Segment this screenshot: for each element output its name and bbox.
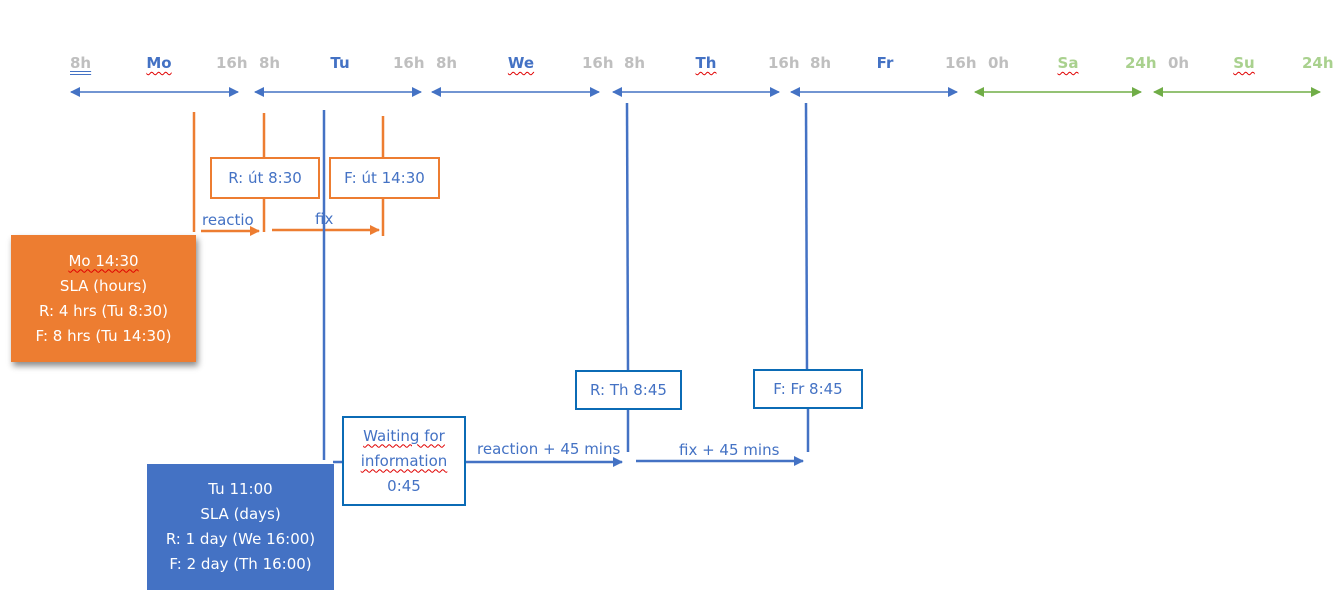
hours-fix-arrow-label: fix — [315, 210, 334, 228]
days-fix-marker: F: Fr 8:45 — [753, 369, 863, 409]
day-label-tu: Tu — [330, 54, 350, 72]
days-fix-marker-text: F: Fr 8:45 — [773, 379, 843, 398]
day-label-su: Su — [1233, 54, 1255, 72]
hours-sla-ticket-box: Mo 14:30 SLA (hours) R: 4 hrs (Tu 8:30) … — [11, 235, 196, 362]
days-ticket-fix: F: 2 day (Th 16:00) — [169, 555, 312, 573]
hours-fix-marker-text: F: út 14:30 — [344, 168, 425, 187]
hour-label-sa-start: 0h — [988, 54, 1010, 72]
days-sla-ticket-box: Tu 11:00 SLA (days) R: 1 day (We 16:00) … — [147, 464, 334, 590]
hour-label-we-end: 16h — [582, 54, 614, 72]
hours-reaction-arrow-label: reactio — [202, 211, 254, 229]
hour-label-tu-end: 16h — [393, 54, 425, 72]
hour-label-fr-end: 16h — [945, 54, 977, 72]
day-label-th: Th — [695, 54, 717, 72]
hour-label-mo-start: 8h — [70, 54, 92, 72]
waiting-for-information-box: Waiting for information 0:45 — [342, 416, 466, 506]
days-ticket-sla-type: SLA (days) — [200, 505, 281, 523]
days-fix-line — [804, 102, 809, 371]
hour-label-th-start: 8h — [624, 54, 646, 72]
hours-reaction-marker: R: út 8:30 — [210, 157, 320, 199]
hour-label-we-start: 8h — [436, 54, 458, 72]
hours-fix-marker: F: út 14:30 — [329, 157, 440, 199]
day-label-fr: Fr — [876, 54, 894, 72]
hour-label-su-start: 0h — [1168, 54, 1190, 72]
days-reaction-marker: R: Th 8:45 — [575, 370, 682, 410]
days-ticket-reaction: R: 1 day (We 16:00) — [165, 530, 316, 548]
days-ticket-created: Tu 11:00 — [208, 480, 273, 498]
hours-ticket-sla-type: SLA (hours) — [59, 276, 148, 295]
hours-ticket-created: Mo 14:30 — [68, 251, 139, 270]
hours-ticket-reaction: R: 4 hrs (Tu 8:30) — [39, 301, 168, 320]
hour-label-su-end: 24h — [1302, 54, 1334, 72]
hour-label-th-end: 16h — [768, 54, 800, 72]
hours-ticket-fix: F: 8 hrs (Tu 14:30) — [35, 326, 172, 345]
days-fix-arrow-label: fix + 45 mins — [679, 441, 780, 459]
day-label-mo: Mo — [146, 54, 172, 72]
hour-label-tu-start: 8h — [259, 54, 281, 72]
days-reaction-marker-text: R: Th 8:45 — [590, 380, 667, 399]
waiting-box-duration: 0:45 — [387, 476, 421, 495]
waiting-box-line1: Waiting for — [363, 426, 445, 445]
day-label-we: We — [507, 54, 535, 72]
days-reaction-arrow-label: reaction + 45 mins — [477, 440, 621, 458]
hours-reaction-marker-text: R: út 8:30 — [228, 168, 302, 187]
waiting-box-line2: information — [360, 451, 448, 470]
days-reaction-line — [625, 102, 630, 371]
hour-label-sa-end: 24h — [1125, 54, 1157, 72]
hour-label-fr-start: 8h — [810, 54, 832, 72]
day-label-sa: Sa — [1057, 54, 1079, 72]
hour-label-mo-end: 16h — [216, 54, 248, 72]
